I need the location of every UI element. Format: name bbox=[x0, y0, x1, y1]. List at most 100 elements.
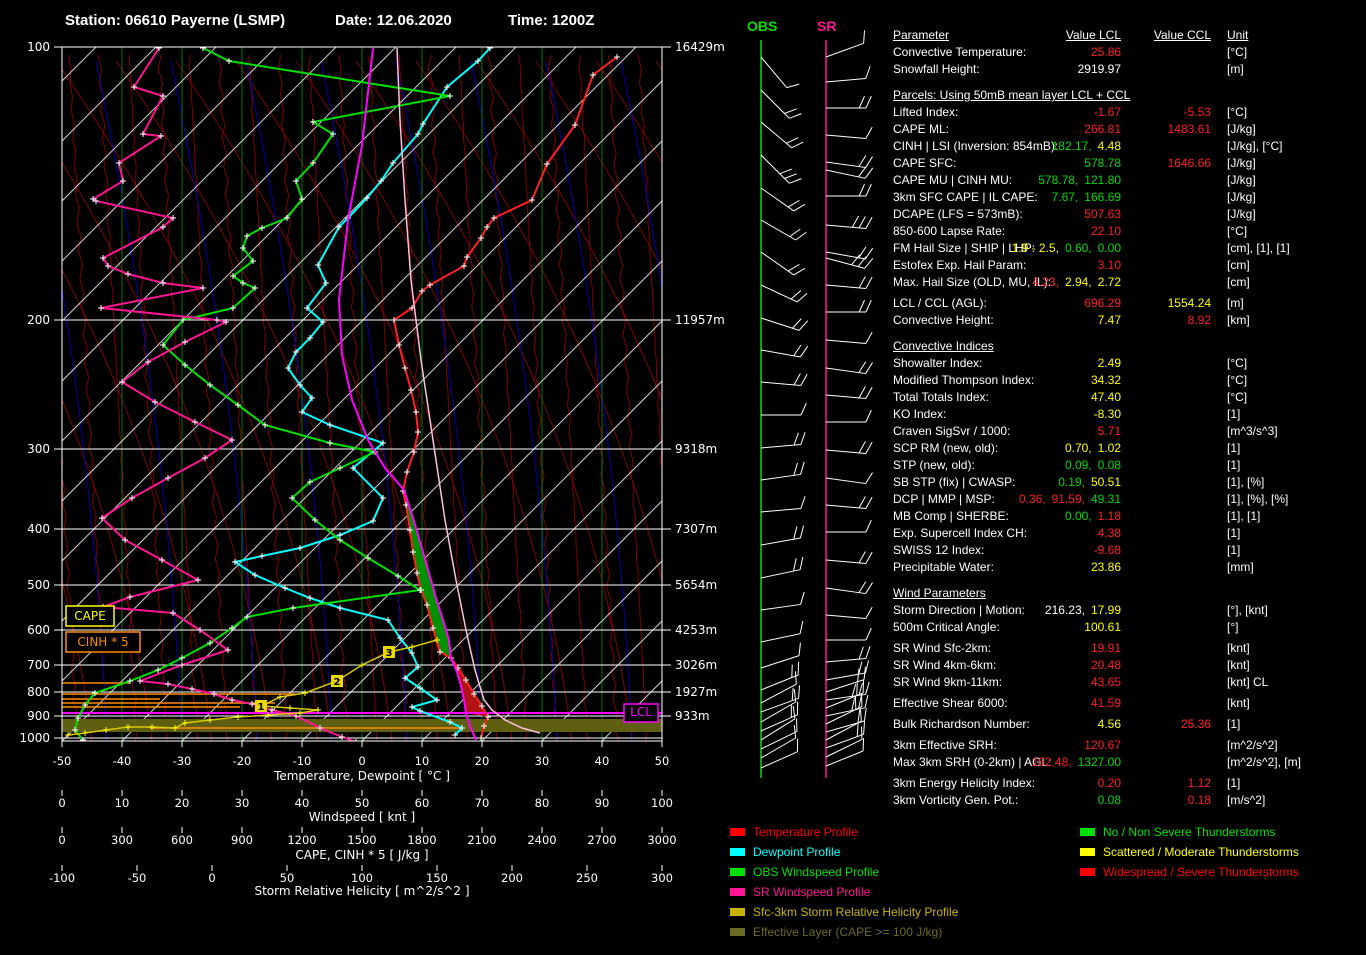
svg-text:10: 10 bbox=[115, 796, 130, 810]
table-row: Convective Temperature:25.86[°C] bbox=[893, 44, 1363, 61]
pressure-tick-label: 1000 bbox=[19, 731, 50, 745]
svg-text:-20: -20 bbox=[233, 754, 252, 768]
value-lcl: 43.65 bbox=[893, 674, 1121, 691]
col-value-ccl: Value CCL bbox=[893, 27, 1211, 44]
svg-text:90: 90 bbox=[595, 796, 610, 810]
svg-text:-100: -100 bbox=[49, 871, 75, 885]
value-ccl: 25.36 bbox=[893, 716, 1211, 733]
table-row: Total Totals Index:47.40[°C] bbox=[893, 389, 1363, 406]
svg-text:300: 300 bbox=[111, 833, 133, 847]
unit-label: [°C] bbox=[1227, 389, 1247, 406]
value-lcl: 0.70, 1.02 bbox=[893, 440, 1121, 457]
profile-legend-item: Dewpoint Profile bbox=[730, 842, 958, 862]
legend-label: No / Non Severe Thunderstorms bbox=[1103, 825, 1276, 839]
svg-text:2400: 2400 bbox=[527, 833, 556, 847]
value-lcl: 182.17, 4.48 bbox=[893, 138, 1121, 155]
height-tick-label: 933m bbox=[675, 709, 710, 723]
col-unit: Unit bbox=[1227, 27, 1248, 44]
pressure-tick-label: 500 bbox=[27, 578, 50, 592]
height-tick-label: 3026m bbox=[675, 658, 717, 672]
profile-legend-item: OBS Windspeed Profile bbox=[730, 862, 958, 882]
unit-label: [1] bbox=[1227, 525, 1240, 542]
table-row: Precipitable Water:23.86[mm] bbox=[893, 559, 1363, 576]
height-tick-label: 7307m bbox=[675, 522, 717, 536]
unit-label: [m/s^2] bbox=[1227, 792, 1265, 809]
severity-legend: No / Non Severe Thunderstorms Scattered /… bbox=[1080, 822, 1299, 882]
svg-text:CAPE: CAPE bbox=[74, 609, 105, 623]
table-row: SR Wind 9km-11km:43.65[knt] CL bbox=[893, 674, 1363, 691]
table-row: Convective Height:7.478.92[km] bbox=[893, 312, 1363, 329]
svg-text:900: 900 bbox=[231, 833, 253, 847]
value-lcl: 41.59 bbox=[893, 695, 1121, 712]
value-lcl: -9.68 bbox=[893, 542, 1121, 559]
svg-text:150: 150 bbox=[426, 871, 448, 885]
profile-legend-item: SR Windspeed Profile bbox=[730, 882, 958, 902]
unit-label: [J/kg] bbox=[1227, 189, 1256, 206]
height-tick-label: 1927m bbox=[675, 685, 717, 699]
legend-swatch bbox=[1080, 828, 1095, 836]
value-lcl: 25.86 bbox=[893, 44, 1121, 61]
axis-title: Temperature, Dewpoint [ °C ] bbox=[273, 769, 450, 783]
unit-label: [1], [1] bbox=[1227, 508, 1260, 525]
unit-label: [J/kg] bbox=[1227, 121, 1256, 138]
legend-label: SR Windspeed Profile bbox=[753, 885, 870, 899]
table-row: SCP RM (new, old):0.70, 1.02[1] bbox=[893, 440, 1363, 457]
unit-label: [°C] bbox=[1227, 372, 1247, 389]
table-row: Modified Thompson Index:34.32[°C] bbox=[893, 372, 1363, 389]
legend-swatch bbox=[730, 828, 745, 836]
table-row: MB Comp | SHERBE:0.00, 1.18[1], [1] bbox=[893, 508, 1363, 525]
value-ccl: 8.92 bbox=[893, 312, 1211, 329]
unit-label: [mm] bbox=[1227, 559, 1254, 576]
svg-text:200: 200 bbox=[501, 871, 523, 885]
svg-text:600: 600 bbox=[171, 833, 193, 847]
value-lcl: 120.67 bbox=[893, 737, 1121, 754]
legend-label: Scattered / Moderate Thunderstorms bbox=[1103, 845, 1299, 859]
unit-label: [m] bbox=[1227, 61, 1244, 78]
svg-text:LCL: LCL bbox=[630, 705, 652, 719]
svg-text:3000: 3000 bbox=[647, 833, 676, 847]
value-lcl: 0.19, 50.51 bbox=[893, 474, 1121, 491]
unit-label: [°C] bbox=[1227, 104, 1247, 121]
svg-text:1: 1 bbox=[258, 702, 265, 713]
value-lcl: 7.67, 166.69 bbox=[893, 189, 1121, 206]
table-row: CAPE SFC:578.781646.66[J/kg] bbox=[893, 155, 1363, 172]
value-lcl: 19.91 bbox=[893, 640, 1121, 657]
value-lcl: -8.30 bbox=[893, 406, 1121, 423]
table-row: Storm Direction | Motion:216.23, 17.99[°… bbox=[893, 602, 1363, 619]
svg-text:30: 30 bbox=[535, 754, 550, 768]
obs-wind-barbs bbox=[761, 40, 808, 778]
table-row: LCL / CCL (AGL):696.291554.24[m] bbox=[893, 295, 1363, 312]
svg-text:50: 50 bbox=[655, 754, 670, 768]
value-lcl: 0.36, 91.59, 49.31 bbox=[893, 491, 1121, 508]
sr-wind-column-label: SR bbox=[817, 18, 836, 34]
srh-km-marker: 3 bbox=[383, 646, 395, 659]
table-row: Craven SigSvr / 1000:5.71[m^3/s^3] bbox=[893, 423, 1363, 440]
lcl-label-box: LCL bbox=[624, 704, 658, 722]
table-row: Estofex Exp. Hail Param:3.10[cm] bbox=[893, 257, 1363, 274]
pressure-tick-label: 800 bbox=[27, 685, 50, 699]
section-header: Wind Parameters bbox=[893, 585, 1363, 602]
obs-wind-column-label: OBS bbox=[747, 18, 777, 34]
table-row: SR Wind Sfc-2km:19.91[knt] bbox=[893, 640, 1363, 657]
cinh-label-box: CINH * 5 bbox=[66, 632, 140, 652]
svg-text:70: 70 bbox=[475, 796, 490, 810]
axis-2: 03006009001200150018002100240027003000CA… bbox=[58, 827, 676, 862]
unit-label: [°C] bbox=[1227, 44, 1247, 61]
srh-km-marker: 2 bbox=[331, 675, 343, 688]
value-lcl: 0.00, 1.18 bbox=[893, 508, 1121, 525]
svg-text:2100: 2100 bbox=[467, 833, 496, 847]
svg-text:300: 300 bbox=[651, 871, 673, 885]
value-lcl: 22.10 bbox=[893, 223, 1121, 240]
svg-text:10: 10 bbox=[415, 754, 430, 768]
unit-label: [1] bbox=[1227, 542, 1240, 559]
table-row: Snowfall Height:2919.97[m] bbox=[893, 61, 1363, 78]
svg-text:50: 50 bbox=[355, 796, 370, 810]
table-row: 500m Critical Angle:100.61[°] bbox=[893, 619, 1363, 636]
value-ccl: 0.18 bbox=[893, 792, 1211, 809]
svg-text:-50: -50 bbox=[53, 754, 72, 768]
table-row: SWISS 12 Index:-9.68[1] bbox=[893, 542, 1363, 559]
unit-label: [knt] bbox=[1227, 640, 1250, 657]
table-header-row: Parameter Value LCL Value CCL Unit bbox=[893, 27, 1363, 44]
table-row: CAPE MU | CINH MU:578.78, 121.80[J/kg] bbox=[893, 172, 1363, 189]
value-lcl: 3.10 bbox=[893, 257, 1121, 274]
